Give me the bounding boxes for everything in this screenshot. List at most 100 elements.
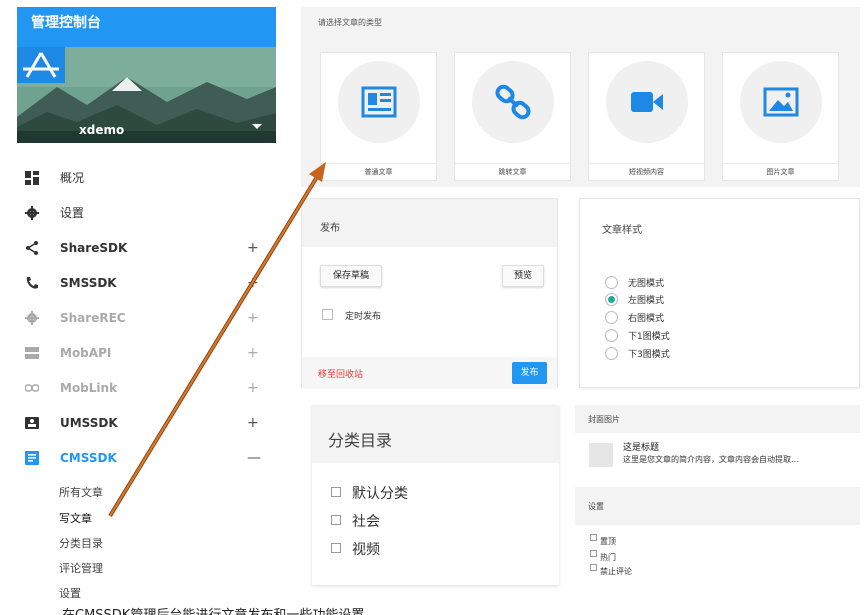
radio-right-image[interactable] xyxy=(605,311,618,324)
category-checkbox[interactable] xyxy=(331,515,341,525)
document-icon xyxy=(25,450,39,465)
publish-card: 发布 保存草稿 预览 定时发布 移至回收站 发布 xyxy=(301,198,558,389)
type-option-image[interactable]: 图片文章 xyxy=(722,52,839,181)
disable-comments-checkbox[interactable] xyxy=(590,564,597,571)
cover-card: 封面图片 这是标题 这里是您文章的简介内容，文章内容会自动提取... 设置 置顶… xyxy=(575,405,860,585)
app-store-logo-icon xyxy=(17,47,65,83)
preview-button[interactable]: 预览 xyxy=(502,265,544,287)
radio-label: 右图模式 xyxy=(628,314,665,324)
type-icon-bg xyxy=(472,61,554,143)
cover-header: 封面图片 xyxy=(575,405,860,433)
sidebar-item-label: 设置 xyxy=(60,206,85,220)
radio-label: 无图模式 xyxy=(628,279,665,289)
category-label: 默认分类 xyxy=(352,486,408,502)
sidebar-item-mobapi[interactable]: MobAPI + xyxy=(17,335,278,370)
submenu-all-articles[interactable]: 所有文章 xyxy=(59,484,103,500)
gear-icon xyxy=(25,205,39,220)
expand-icon[interactable]: + xyxy=(247,275,259,291)
image-icon xyxy=(763,87,799,117)
type-label: 图片文章 xyxy=(723,163,838,177)
publish-heading: 发布 xyxy=(320,223,340,234)
sidebar-item-sharerec[interactable]: ShareREC + xyxy=(17,300,278,335)
sidebar-item-label: ShareREC xyxy=(60,310,126,325)
sidebar-menu: 概况 设置 ShareSDK + SMSSDK + ShareREC + Mob… xyxy=(17,160,278,475)
radio-no-image[interactable] xyxy=(605,276,618,289)
sidebar-item-label: SMSSDK xyxy=(60,275,117,290)
submenu-categories[interactable]: 分类目录 xyxy=(59,535,103,551)
sidebar-item-label: 概况 xyxy=(60,171,85,185)
article-style-heading: 文章样式 xyxy=(602,225,642,236)
article-style-card: 文章样式 无图模式 左图模式 右图模式 下1图模式 下3图模式 xyxy=(579,198,860,388)
sidebar-item-cmssdk[interactable]: CMSSDK — xyxy=(17,440,278,475)
sidebar-item-moblink[interactable]: MobLink + xyxy=(17,370,278,405)
settings-label: 禁止评论 xyxy=(600,567,632,576)
expand-icon[interactable]: + xyxy=(247,415,259,431)
type-option-redirect[interactable]: 跳转文章 xyxy=(454,52,571,181)
publish-button[interactable]: 发布 xyxy=(512,362,547,384)
console-title: 管理控制台 xyxy=(17,7,276,47)
type-label: 短视频内容 xyxy=(589,163,704,177)
sidebar-item-settings[interactable]: 设置 xyxy=(17,195,278,230)
publish-footer: 移至回收站 发布 xyxy=(302,357,557,389)
radio-left-image[interactable] xyxy=(605,293,618,306)
profile-banner[interactable]: xdemo xyxy=(17,47,276,143)
cover-description: 这里是您文章的简介内容，文章内容会自动提取... xyxy=(623,455,799,464)
category-card: 分类目录 默认分类 社会 视频 xyxy=(312,405,559,585)
type-icon-bg xyxy=(338,61,420,143)
pin-checkbox[interactable] xyxy=(590,534,597,541)
category-heading: 分类目录 xyxy=(328,431,393,450)
sidebar-item-umssdk[interactable]: UMSSDK + xyxy=(17,405,278,440)
category-checkbox[interactable] xyxy=(331,543,341,553)
gear-icon xyxy=(25,310,39,325)
expand-icon[interactable]: + xyxy=(247,240,259,256)
schedule-label: 定时发布 xyxy=(345,312,382,322)
collapse-icon[interactable]: — xyxy=(247,450,261,466)
schedule-checkbox[interactable] xyxy=(322,309,333,320)
cover-heading: 封面图片 xyxy=(588,415,620,424)
phone-icon xyxy=(26,276,38,289)
expand-icon[interactable]: + xyxy=(247,380,259,396)
publish-header: 发布 xyxy=(302,199,557,247)
hot-checkbox[interactable] xyxy=(590,550,597,557)
server-icon xyxy=(25,346,39,359)
cover-title: 这是标题 xyxy=(623,443,660,453)
move-to-trash-link[interactable]: 移至回收站 xyxy=(318,367,363,380)
submenu-write-article[interactable]: 写文章 xyxy=(59,510,92,526)
sidebar-item-label: CMSSDK xyxy=(60,450,117,465)
article-type-heading: 请选择文章的类型 xyxy=(318,18,382,27)
save-draft-button[interactable]: 保存草稿 xyxy=(320,265,382,287)
link-icon xyxy=(25,383,39,392)
category-label: 社会 xyxy=(352,514,380,530)
settings-label: 热门 xyxy=(600,553,616,562)
settings-heading: 设置 xyxy=(588,502,604,511)
publish-body: 保存草稿 预览 定时发布 xyxy=(302,247,557,357)
type-option-video[interactable]: 短视频内容 xyxy=(588,52,705,181)
expand-icon[interactable]: + xyxy=(247,310,259,326)
chevron-down-icon[interactable] xyxy=(252,124,262,129)
sidebar-item-overview[interactable]: 概况 xyxy=(17,160,278,195)
username: xdemo xyxy=(79,123,125,137)
submenu-settings[interactable]: 设置 xyxy=(59,585,81,601)
type-icon-bg xyxy=(606,61,688,143)
submenu-comments[interactable]: 评论管理 xyxy=(59,560,103,576)
settings-label: 置顶 xyxy=(600,537,616,546)
expand-icon[interactable]: + xyxy=(247,345,259,361)
user-card-icon xyxy=(25,416,39,429)
cover-thumbnail[interactable] xyxy=(589,443,613,467)
type-icon-bg xyxy=(740,61,822,143)
sidebar: 管理控制台 xdemo 概况 设置 ShareSDK + SMSSDK + Sh… xyxy=(0,0,278,615)
dashboard-icon xyxy=(25,170,39,185)
radio-bottom-1-image[interactable] xyxy=(605,329,618,342)
link-icon xyxy=(495,84,531,120)
type-label: 普通文章 xyxy=(321,163,436,177)
category-header: 分类目录 xyxy=(312,405,559,463)
caption-text: 在CMSSDK管理后台能进行文章发布和一些功能设置 xyxy=(62,604,364,615)
sidebar-item-label: ShareSDK xyxy=(60,240,128,255)
category-checkbox[interactable] xyxy=(331,487,341,497)
article-type-card: 请选择文章的类型 普通文章 跳转文章 短视频内容 图片文章 xyxy=(301,7,860,187)
sidebar-item-label: MobAPI xyxy=(60,345,112,360)
sidebar-item-sharesdk[interactable]: ShareSDK + xyxy=(17,230,278,265)
radio-bottom-3-image[interactable] xyxy=(605,347,618,360)
type-option-normal[interactable]: 普通文章 xyxy=(320,52,437,181)
sidebar-item-smssdk[interactable]: SMSSDK + xyxy=(17,265,278,300)
